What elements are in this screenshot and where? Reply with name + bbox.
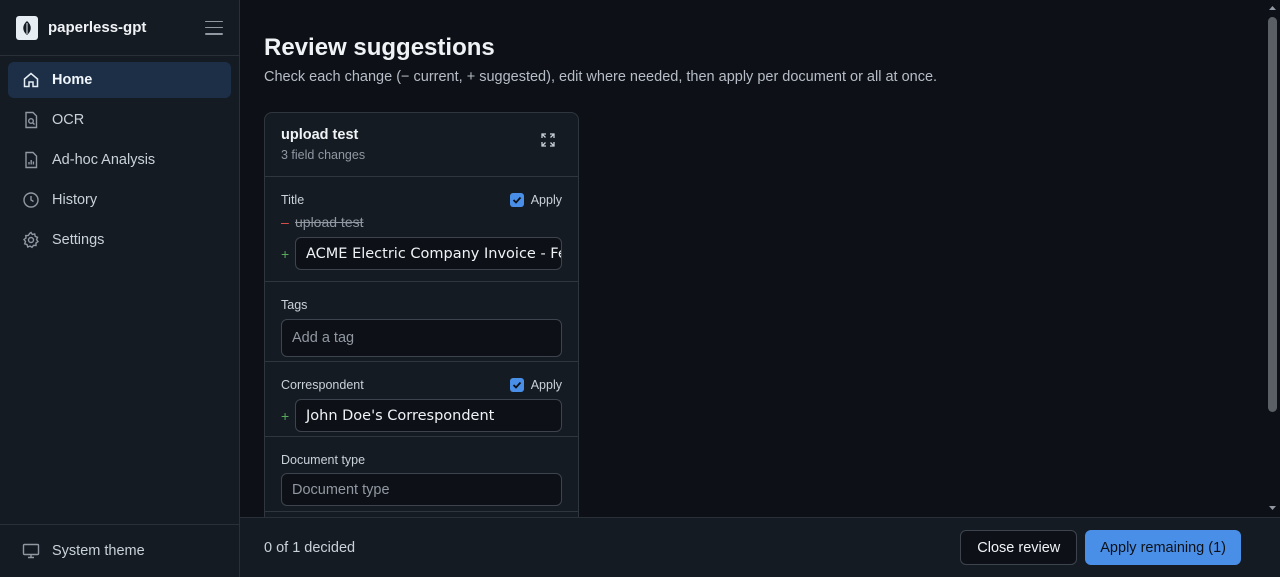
sidebar-item-home[interactable]: Home bbox=[8, 62, 231, 98]
plus-icon: + bbox=[281, 245, 290, 262]
sidebar-item-label: Settings bbox=[52, 232, 105, 248]
suggested-value-row: + John Doe's Correspondent bbox=[281, 399, 562, 432]
theme-toggle-label: System theme bbox=[52, 543, 145, 559]
current-value: upload test bbox=[295, 214, 364, 230]
apply-title-checkbox[interactable]: Apply bbox=[509, 193, 562, 207]
sidebar-item-label: Ad-hoc Analysis bbox=[52, 152, 156, 168]
field-correspondent: Correspondent Apply + John Doe's Corresp… bbox=[265, 362, 578, 437]
decided-status: 0 of 1 decided bbox=[264, 539, 356, 556]
document-type-input[interactable]: Document type bbox=[281, 473, 562, 506]
field-changes-count: 3 field changes bbox=[281, 148, 366, 162]
apply-correspondent-checkbox[interactable]: Apply bbox=[509, 378, 562, 392]
main-content: Review suggestions Check each change (− … bbox=[240, 0, 1265, 517]
sidebar-item-ad-hoc-analysis[interactable]: Ad-hoc Analysis bbox=[8, 142, 231, 178]
sidebar: paperless-gpt Home OCR Ad-hoc Analysis H… bbox=[0, 0, 240, 577]
apply-label: Apply bbox=[530, 193, 562, 207]
file-chart-icon bbox=[22, 151, 40, 169]
checkbox-checked-icon bbox=[509, 378, 524, 392]
scrollbar-thumb[interactable] bbox=[1268, 17, 1277, 412]
minus-icon: – bbox=[281, 214, 289, 230]
field-title: Title Apply – upload test + ACME Electri… bbox=[265, 177, 578, 282]
close-review-button[interactable]: Close review bbox=[960, 530, 1078, 565]
document-card: upload test 3 field changes Title Apply … bbox=[264, 112, 579, 517]
field-tags: Tags Add a tag bbox=[265, 282, 578, 362]
review-action-bar: 0 of 1 decided Close review Apply remain… bbox=[240, 517, 1280, 577]
apply-remaining-button[interactable]: Apply remaining (1) bbox=[1085, 530, 1241, 565]
brand-header: paperless-gpt bbox=[0, 0, 239, 56]
document-card-header: upload test 3 field changes bbox=[265, 113, 578, 177]
page-description: Check each change (− current, + suggeste… bbox=[264, 69, 938, 85]
field-document-type: Document type Document type bbox=[265, 437, 578, 512]
app-logo-icon bbox=[16, 15, 38, 40]
sidebar-item-history[interactable]: History bbox=[8, 182, 231, 218]
scroll-up-arrow-icon[interactable] bbox=[1268, 3, 1277, 13]
checkbox-checked-icon bbox=[509, 193, 524, 207]
expand-icon[interactable] bbox=[540, 132, 556, 148]
menu-toggle-icon[interactable] bbox=[205, 20, 223, 35]
field-label: Title bbox=[281, 193, 305, 207]
sidebar-item-ocr[interactable]: OCR bbox=[8, 102, 231, 138]
sidebar-nav: Home OCR Ad-hoc Analysis History Setting… bbox=[0, 56, 239, 268]
suggested-value-row: + ACME Electric Company Invoice - Feb bbox=[281, 237, 562, 270]
sidebar-item-label: History bbox=[52, 192, 98, 208]
sidebar-item-label: Home bbox=[52, 72, 93, 88]
app-name: paperless-gpt bbox=[48, 19, 147, 36]
tags-input[interactable]: Add a tag bbox=[281, 319, 562, 357]
gear-icon bbox=[22, 231, 40, 249]
plus-icon: + bbox=[281, 407, 290, 424]
current-value-row: – upload test bbox=[281, 214, 562, 230]
field-label: Tags bbox=[281, 298, 308, 312]
scrollbar[interactable] bbox=[1265, 0, 1280, 517]
sidebar-item-label: OCR bbox=[52, 112, 85, 128]
suggested-correspondent-input[interactable]: John Doe's Correspondent bbox=[295, 399, 562, 432]
document-title: upload test bbox=[281, 127, 359, 143]
apply-label: Apply bbox=[530, 378, 562, 392]
monitor-icon bbox=[22, 543, 40, 559]
home-icon bbox=[22, 71, 40, 89]
page-title: Review suggestions bbox=[264, 34, 495, 61]
scroll-down-arrow-icon[interactable] bbox=[1268, 503, 1277, 513]
suggested-title-input[interactable]: ACME Electric Company Invoice - Feb bbox=[295, 237, 562, 270]
field-label: Document type bbox=[281, 453, 366, 467]
clock-icon bbox=[22, 191, 40, 209]
sidebar-item-settings[interactable]: Settings bbox=[8, 222, 231, 258]
field-label: Correspondent bbox=[281, 378, 364, 392]
file-search-icon bbox=[22, 111, 40, 129]
theme-toggle[interactable]: System theme bbox=[0, 524, 239, 577]
